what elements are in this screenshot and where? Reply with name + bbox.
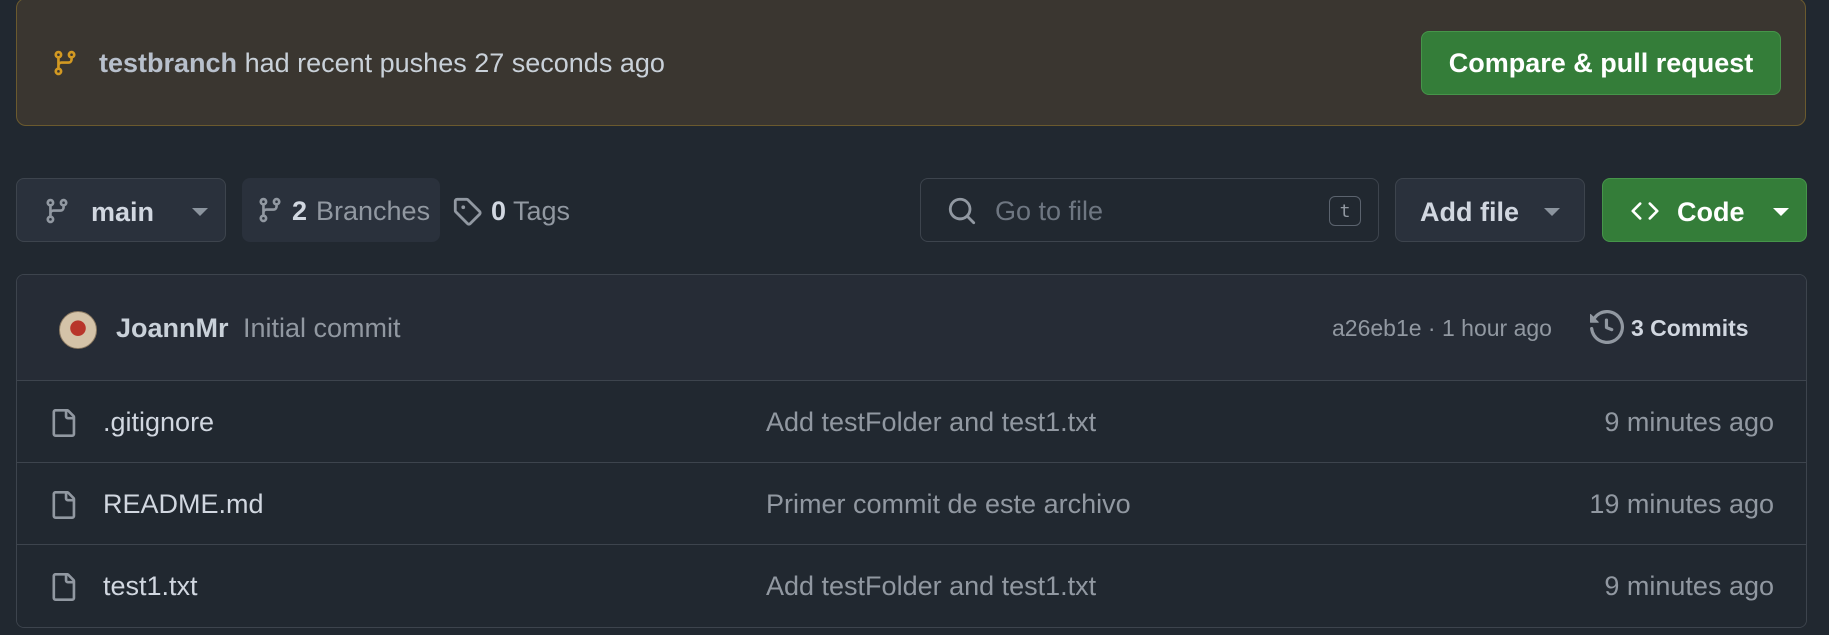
chevron-down-icon	[1544, 208, 1560, 216]
file-icon	[52, 409, 76, 437]
tags-label: Tags	[513, 196, 571, 226]
add-file-label: Add file	[1420, 197, 1519, 227]
push-message-text: had recent pushes 27 seconds ago	[244, 48, 665, 78]
git-branch-icon	[46, 198, 68, 224]
current-branch-label: main	[91, 197, 155, 227]
code-button[interactable]: Code	[1602, 178, 1807, 242]
go-to-file-input[interactable]	[993, 189, 1297, 233]
file-commit-message-link[interactable]: Add testFolder and test1.txt	[766, 571, 1096, 602]
table-row[interactable]: .gitignore Add testFolder and test1.txt …	[17, 381, 1806, 463]
file-updated-time: 9 minutes ago	[1604, 571, 1774, 601]
add-file-button[interactable]: Add file	[1395, 178, 1585, 242]
keyboard-shortcut-hint: t	[1329, 196, 1361, 226]
file-name-link[interactable]: README.md	[103, 489, 264, 520]
file-name-link[interactable]: test1.txt	[103, 571, 198, 602]
file-table: JoannMr Initial commit a26eb1e · 1 hour …	[16, 274, 1807, 628]
git-branch-icon	[259, 197, 281, 223]
push-message: testbranch had recent pushes 27 seconds …	[99, 48, 665, 79]
tag-icon	[453, 197, 482, 226]
chevron-down-icon	[192, 208, 208, 216]
git-branch-icon	[54, 50, 76, 76]
tags-link[interactable]: 0 Tags	[450, 178, 590, 242]
file-icon	[52, 573, 76, 601]
code-icon	[1631, 202, 1659, 220]
code-label: Code	[1677, 197, 1745, 227]
commit-message-link[interactable]: Initial commit	[243, 313, 401, 344]
latest-commit-bar: JoannMr Initial commit a26eb1e · 1 hour …	[17, 275, 1806, 381]
pushed-branch-link[interactable]: testbranch	[99, 48, 237, 78]
branches-link[interactable]: 2 Branches	[242, 178, 440, 242]
commits-count-link[interactable]: 3 Commits	[1631, 315, 1749, 342]
table-row[interactable]: README.md Primer commit de este archivo …	[17, 463, 1806, 545]
chevron-down-icon	[1773, 208, 1789, 216]
branch-selector-button[interactable]: main	[16, 178, 226, 242]
tags-count: 0	[491, 196, 507, 226]
file-updated-time: 9 minutes ago	[1604, 407, 1774, 437]
file-commit-message-link[interactable]: Primer commit de este archivo	[766, 489, 1131, 520]
compare-pull-request-button[interactable]: Compare & pull request	[1421, 31, 1781, 95]
file-updated-time: 19 minutes ago	[1589, 489, 1774, 519]
table-row[interactable]: test1.txt Add testFolder and test1.txt 9…	[17, 545, 1806, 627]
search-icon	[948, 197, 976, 225]
commit-author-link[interactable]: JoannMr	[116, 313, 229, 344]
go-to-file-search[interactable]: t	[920, 178, 1379, 242]
avatar[interactable]	[59, 311, 97, 349]
branches-count: 2	[292, 196, 308, 226]
commit-sha-and-time[interactable]: a26eb1e · 1 hour ago	[1332, 315, 1552, 342]
file-commit-message-link[interactable]: Add testFolder and test1.txt	[766, 407, 1096, 438]
file-icon	[52, 491, 76, 519]
history-icon	[1590, 310, 1624, 344]
branches-label: Branches	[316, 196, 431, 226]
file-name-link[interactable]: .gitignore	[103, 407, 214, 438]
recent-push-banner: testbranch had recent pushes 27 seconds …	[16, 0, 1806, 126]
